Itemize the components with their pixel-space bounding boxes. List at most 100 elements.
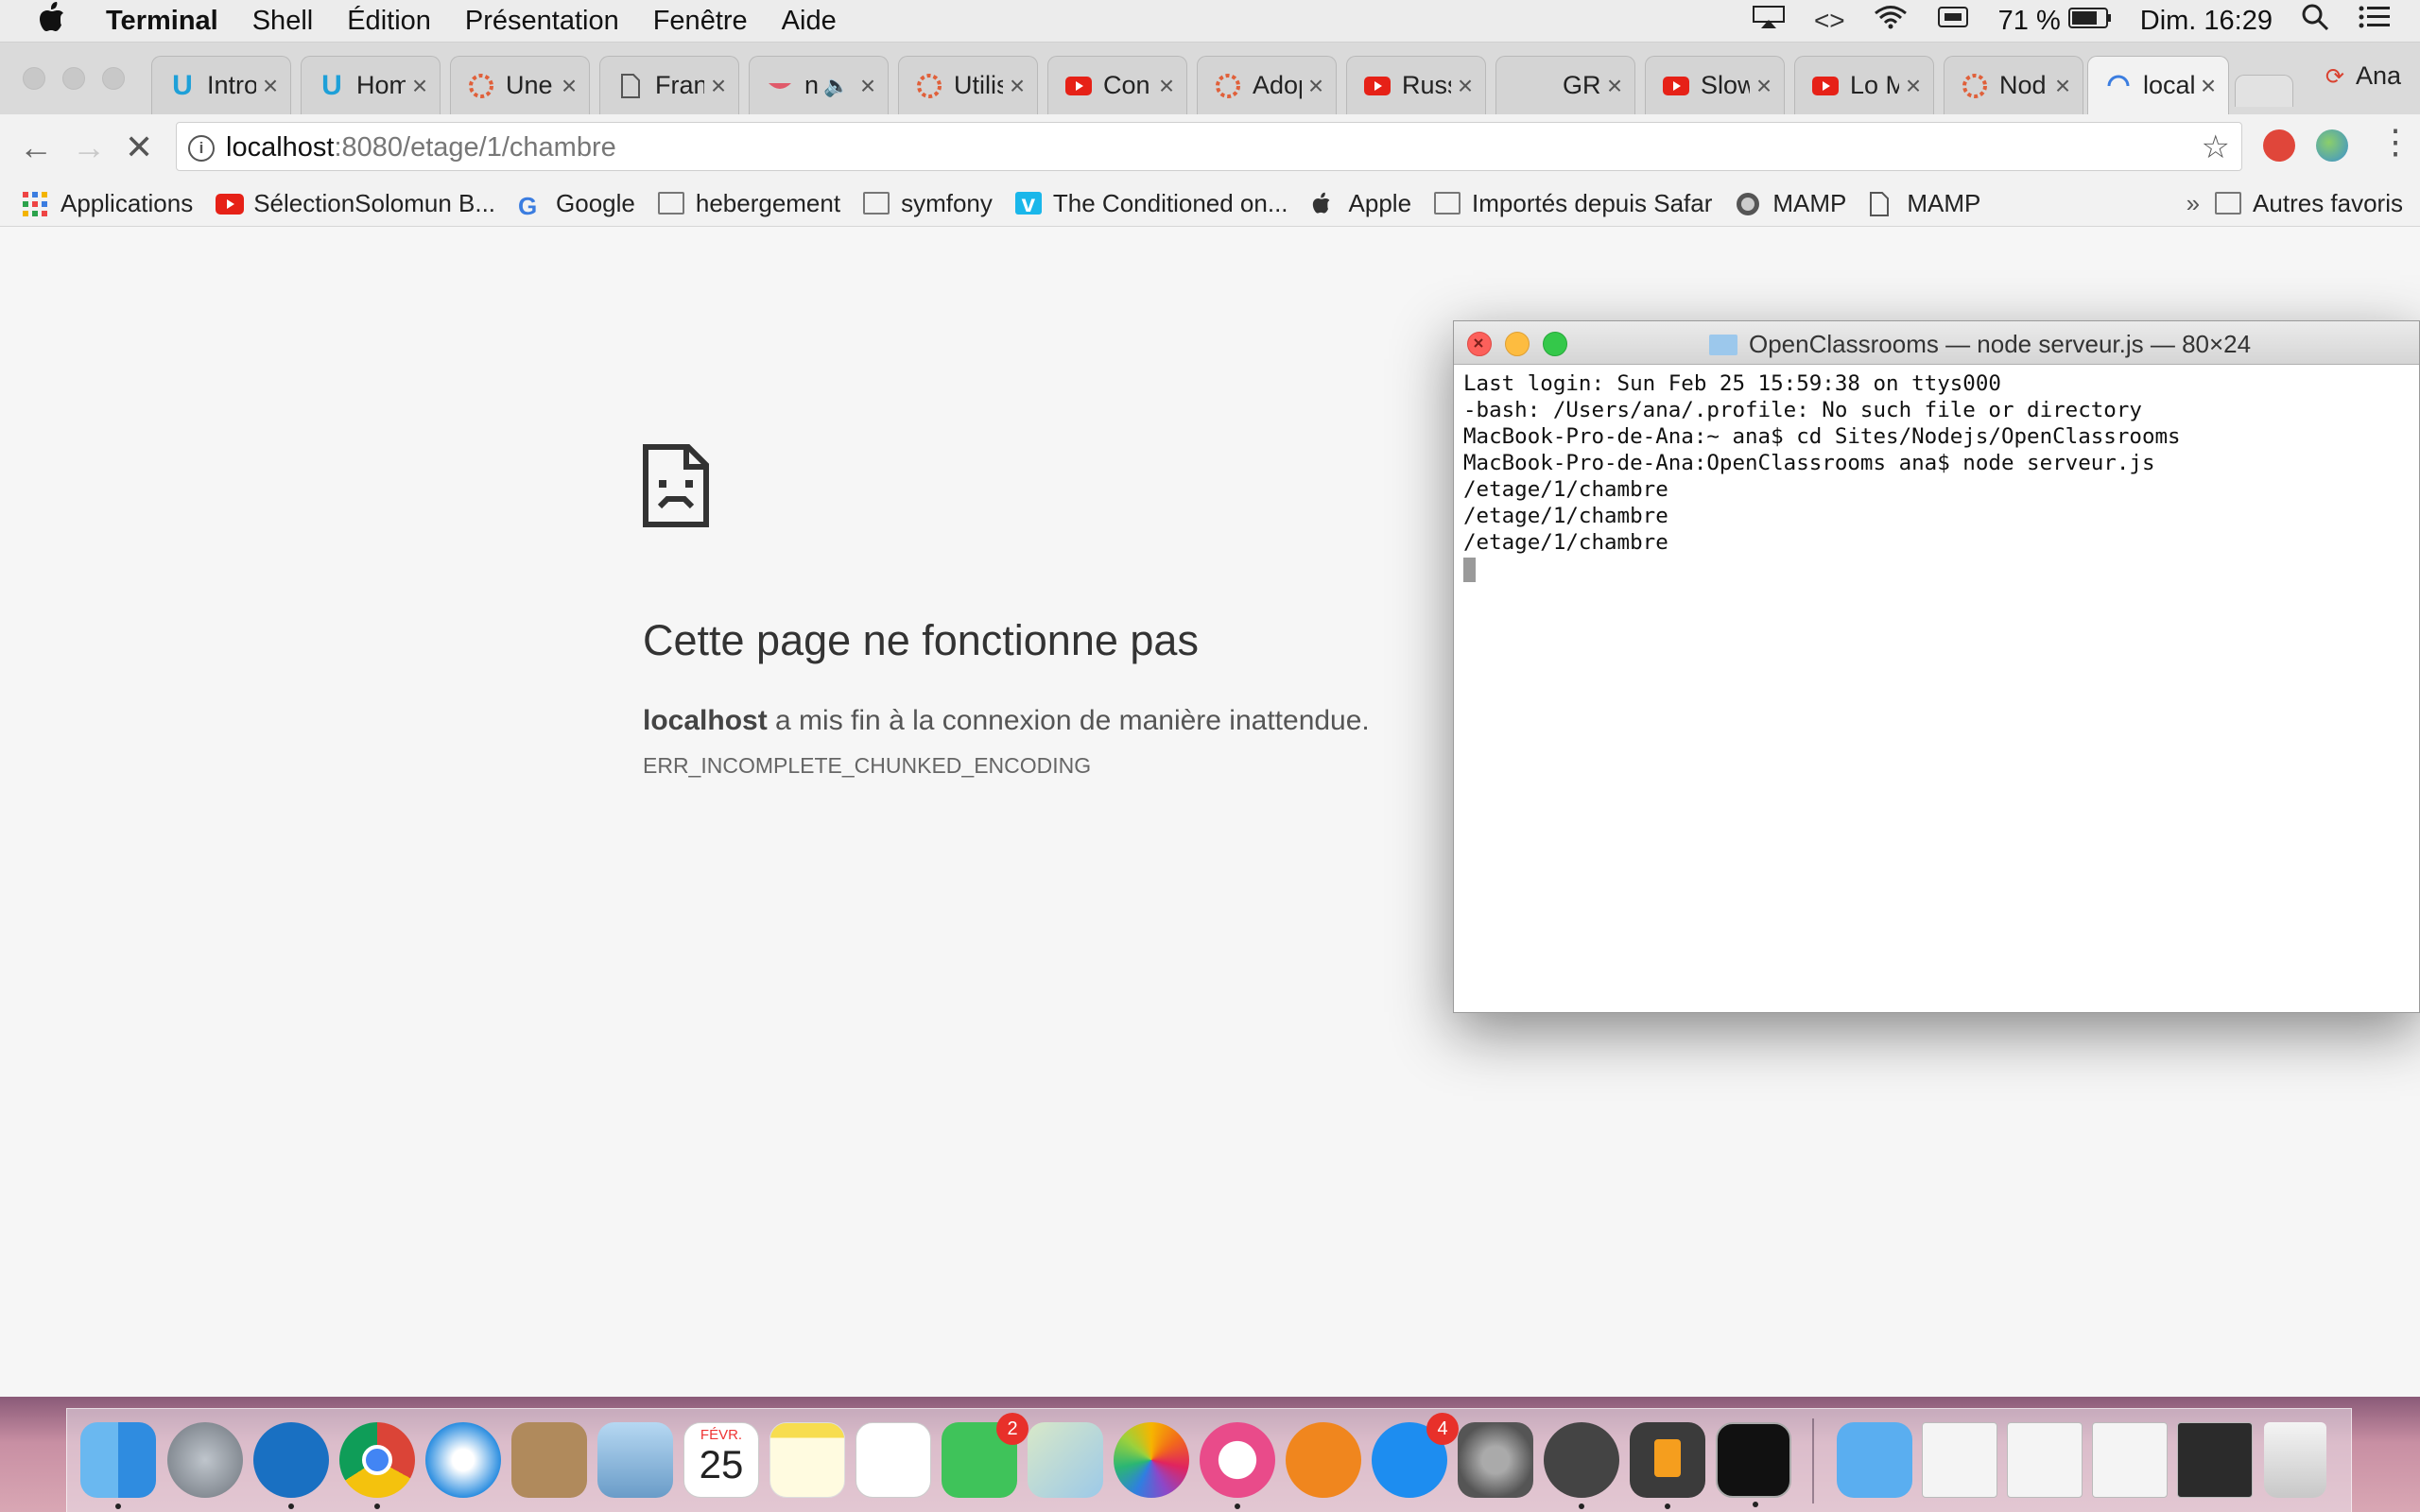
tab-close-icon[interactable]: × (1152, 71, 1181, 101)
mamp-icon[interactable] (1544, 1422, 1619, 1509)
bookmarks-overflow-chevron-icon[interactable]: » (2187, 189, 2200, 218)
terminal-window[interactable]: OpenClassrooms — node serveur.js — 80×24… (1453, 320, 2420, 1013)
airplay-icon[interactable] (1752, 5, 1786, 37)
menu-app-terminal[interactable]: Terminal (106, 6, 218, 37)
tab-audio[interactable]: ni 🔈 × (749, 56, 889, 114)
bookmark-symfony[interactable]: symfony (863, 189, 993, 218)
address-url[interactable]: localhost:8080/etage/1/chambre (226, 123, 616, 172)
address-bar[interactable]: i localhost:8080/etage/1/chambre ☆ (176, 122, 2242, 171)
forward-arrow-icon[interactable]: → (72, 128, 106, 167)
clock[interactable]: Dim. 16:29 (2140, 6, 2273, 37)
menu-shell[interactable]: Shell (252, 6, 314, 37)
tab-utilis[interactable]: Utilis × (898, 56, 1038, 114)
bookmark-star-icon[interactable]: ☆ (2202, 123, 2230, 172)
chrome-minimize-button[interactable] (62, 67, 85, 90)
tab-fran[interactable]: Fran × (599, 56, 739, 114)
profile-button[interactable]: ⟳ Ana (2325, 61, 2401, 91)
tab-close-icon[interactable]: × (1003, 71, 1031, 101)
tab-close-icon[interactable]: × (704, 71, 733, 101)
tab-une[interactable]: Une × (450, 56, 590, 114)
tab-close-icon[interactable]: × (1899, 71, 1927, 101)
chrome-icon[interactable] (339, 1422, 415, 1509)
tab-intro[interactable]: U Intro × (151, 56, 291, 114)
minimized-window-thumbnail[interactable] (2177, 1422, 2253, 1498)
chrome-zoom-button[interactable] (102, 67, 125, 90)
launchpad-icon[interactable] (167, 1422, 243, 1498)
trash-icon[interactable] (2264, 1422, 2326, 1498)
tab-con[interactable]: Con × (1047, 56, 1187, 114)
battery-icon[interactable] (2067, 6, 2112, 37)
apple-menu-icon[interactable] (36, 1, 68, 42)
bookmark-conditioned[interactable]: v The Conditioned on... (1014, 189, 1288, 218)
terminal-output[interactable]: Last login: Sun Feb 25 15:59:38 on ttys0… (1454, 365, 2419, 588)
bookmark-mamp-1[interactable]: MAMP (1735, 189, 1846, 218)
tab-close-icon[interactable]: × (2194, 71, 2222, 101)
minimized-window-thumbnail[interactable] (1922, 1422, 1997, 1498)
chrome-menu-icon[interactable]: ⋮ (2378, 122, 2412, 162)
tab-slow[interactable]: Slow × (1645, 56, 1785, 114)
facetime-icon[interactable]: 2 (942, 1413, 1028, 1498)
mail-icon[interactable] (597, 1422, 673, 1498)
maps-icon[interactable] (1028, 1422, 1103, 1498)
sublime-text-icon[interactable] (1630, 1422, 1705, 1509)
tab-close-icon[interactable]: × (1451, 71, 1479, 101)
new-tab-button[interactable] (2235, 75, 2293, 107)
safari-icon[interactable] (425, 1422, 501, 1498)
terminal-app-icon[interactable] (1716, 1422, 1791, 1507)
battery-percent[interactable]: 71 % (1998, 6, 2061, 37)
tab-close-icon[interactable]: × (555, 71, 583, 101)
tab-gro[interactable]: GRO × (1495, 56, 1635, 114)
menu-aide[interactable]: Aide (782, 6, 837, 37)
menu-presentation[interactable]: Présentation (465, 6, 619, 37)
back-arrow-icon[interactable]: ← (19, 128, 53, 167)
reminders-icon[interactable] (856, 1422, 931, 1498)
tab-close-icon[interactable]: × (406, 71, 434, 101)
openoffice-icon[interactable] (253, 1422, 329, 1509)
calendar-icon[interactable]: FÉVR. 25 (683, 1422, 759, 1498)
finder-icon[interactable] (80, 1422, 156, 1509)
error-code[interactable]: ERR_INCOMPLETE_CHUNKED_ENCODING (643, 753, 1091, 779)
tab-close-icon[interactable]: × (2048, 71, 2077, 101)
system-preferences-icon[interactable] (1458, 1422, 1533, 1498)
bookmark-hebergement[interactable]: hebergement (657, 189, 840, 218)
keyboard-icon[interactable] (1936, 5, 1970, 37)
chrome-close-button[interactable] (23, 67, 45, 90)
bookmark-selection-solomun[interactable]: SélectionSolomun B... (216, 189, 495, 218)
spotlight-search-icon[interactable] (2301, 3, 2329, 39)
extension-shield-icon[interactable] (2263, 129, 2295, 162)
site-info-icon[interactable]: i (188, 135, 215, 162)
bookmark-google[interactable]: G Google (518, 189, 635, 221)
ibooks-icon[interactable] (1286, 1422, 1361, 1498)
tab-lo-m[interactable]: Lo M × (1794, 56, 1934, 114)
stop-loading-icon[interactable]: ✕ (125, 128, 153, 167)
terminal-title-bar[interactable]: OpenClassrooms — node serveur.js — 80×24 (1454, 321, 2419, 365)
tab-nod[interactable]: Nod × (1944, 56, 2083, 114)
tab-adop[interactable]: Adop × (1197, 56, 1337, 114)
tab-close-icon[interactable]: × (854, 71, 882, 101)
speaker-icon[interactable]: 🔈 (823, 73, 850, 99)
tab-russ[interactable]: Russ × (1346, 56, 1486, 114)
terminal-minimize-button[interactable] (1505, 332, 1530, 356)
contacts-icon[interactable] (511, 1422, 587, 1498)
tab-close-icon[interactable]: × (256, 71, 285, 101)
minimized-window-thumbnail[interactable] (2092, 1422, 2168, 1498)
terminal-close-button[interactable] (1467, 332, 1492, 356)
itunes-icon[interactable] (1200, 1422, 1275, 1509)
photos-icon[interactable] (1114, 1422, 1189, 1498)
menu-edition[interactable]: Édition (347, 6, 431, 37)
downloads-folder-icon[interactable] (1837, 1422, 1912, 1498)
notification-center-icon[interactable] (2358, 4, 2392, 38)
menu-fenetre[interactable]: Fenêtre (653, 6, 748, 37)
minimized-window-thumbnail[interactable] (2007, 1422, 2083, 1498)
wifi-icon[interactable] (1874, 5, 1908, 37)
tab-localhost-active[interactable]: local × (2087, 56, 2229, 114)
terminal-zoom-button[interactable] (1543, 332, 1567, 356)
tab-home[interactable]: U Hom × (301, 56, 441, 114)
extension-globe-icon[interactable] (2316, 129, 2348, 162)
tab-close-icon[interactable]: × (1750, 71, 1778, 101)
notes-icon[interactable] (769, 1422, 845, 1498)
bookmark-apple[interactable]: Apple (1311, 189, 1411, 218)
bookmark-mamp-2[interactable]: MAMP (1869, 189, 1980, 218)
code-icon[interactable]: <> (1814, 6, 1845, 36)
tab-close-icon[interactable]: × (1302, 71, 1330, 101)
